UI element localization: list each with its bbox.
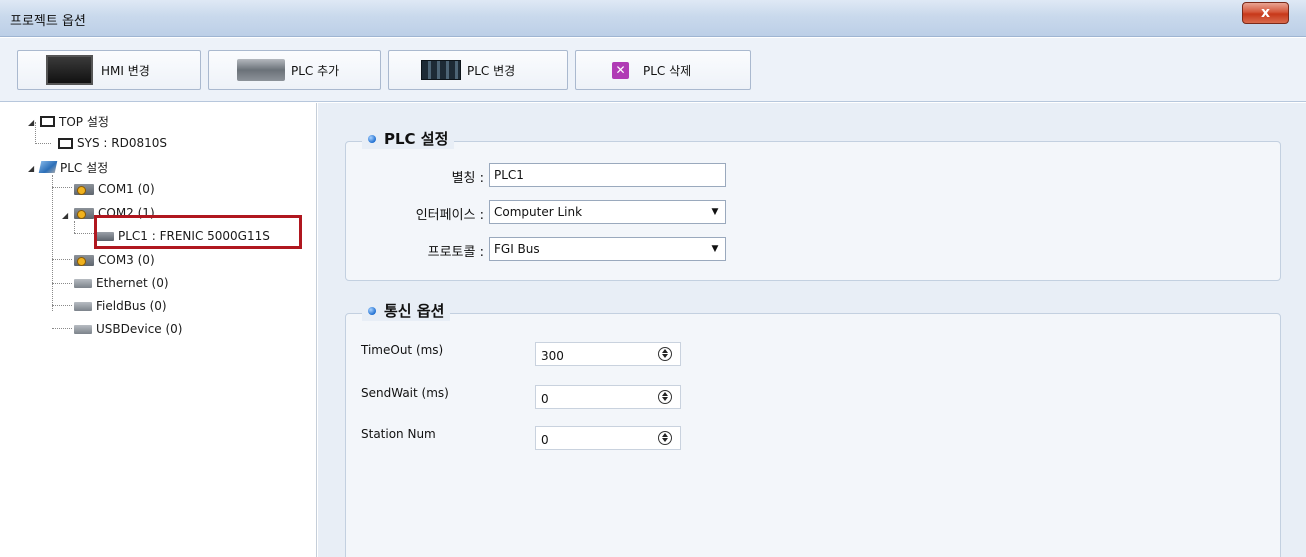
tree-item-com3[interactable]: COM3 (0) — [74, 251, 155, 269]
add-plc-label: PLC 추가 — [291, 63, 340, 78]
selection-highlight — [94, 215, 302, 249]
tree-connector — [74, 221, 75, 233]
tree-item-label: PLC 설정 — [60, 160, 109, 175]
title-bar: 프로젝트 옵션 x — [0, 0, 1306, 37]
tree-connector — [52, 187, 72, 188]
usb-device-icon — [74, 324, 92, 334]
station-num-label: Station Num — [361, 427, 436, 441]
plc-settings-title: PLC 설정 — [362, 128, 455, 149]
station-num-value: 0 — [541, 433, 549, 447]
timeout-value: 300 — [541, 349, 564, 363]
tree-item-label: COM1 (0) — [98, 182, 155, 196]
alias-label: 별칭 : — [451, 171, 484, 186]
bullet-icon — [368, 134, 376, 143]
comm-options-title: 통신 옵션 — [362, 300, 451, 321]
tree-item-label: TOP 설정 — [59, 114, 109, 129]
interface-value: Computer Link — [494, 205, 583, 219]
com-port-icon — [74, 207, 94, 219]
tree-item-ethernet[interactable]: Ethernet (0) — [74, 274, 169, 292]
tree-connector — [52, 283, 72, 284]
expand-arrow-icon[interactable]: ◢ — [62, 211, 68, 220]
tree-item-label: Ethernet (0) — [96, 276, 169, 290]
com-port-icon — [74, 183, 94, 195]
change-plc-label: PLC 변경 — [467, 63, 516, 78]
screen-icon — [58, 137, 73, 149]
com-port-icon — [74, 254, 94, 266]
tree-connector — [52, 328, 72, 329]
plc-settings-title-text: PLC 설정 — [384, 130, 449, 148]
delete-icon: ✕ — [612, 61, 629, 79]
tree-item-top-settings[interactable]: TOP 설정 — [40, 112, 109, 130]
interface-select[interactable]: Computer Link ▼ — [489, 200, 726, 224]
settings-panel: PLC 설정 별칭 : PLC1 인터페이스 : Computer Link ▼… — [318, 103, 1306, 557]
tree-item-label: COM3 (0) — [98, 253, 155, 267]
tree-connector — [52, 305, 72, 306]
tree-connector — [52, 175, 53, 311]
bullet-icon — [368, 306, 376, 315]
expand-arrow-icon[interactable]: ◢ — [28, 118, 34, 127]
tree-item-usbdevice[interactable]: USBDevice (0) — [74, 320, 182, 338]
chevron-down-icon[interactable]: ▼ — [705, 201, 725, 223]
add-plc-button[interactable]: PLC 추가 — [208, 50, 381, 90]
toolbar: HMI 변경 PLC 추가 PLC 변경 ✕ PLC 삭제 — [0, 38, 1306, 102]
close-icon: x — [1260, 5, 1271, 21]
delete-plc-button[interactable]: ✕ PLC 삭제 — [575, 50, 751, 90]
interface-label: 인터페이스 : — [415, 208, 484, 223]
change-plc-button[interactable]: PLC 변경 — [388, 50, 568, 90]
protocol-select[interactable]: FGI Bus ▼ — [489, 237, 726, 261]
tree-item-label: FieldBus (0) — [96, 299, 167, 313]
plc-settings-group: PLC 설정 별칭 : PLC1 인터페이스 : Computer Link ▼… — [345, 128, 1281, 281]
tree-item-label: USBDevice (0) — [96, 322, 183, 336]
alias-input[interactable]: PLC1 — [489, 163, 726, 187]
expand-arrow-icon[interactable]: ◢ — [28, 164, 34, 173]
change-hmi-button[interactable]: HMI 변경 — [17, 50, 201, 90]
station-num-stepper[interactable]: 0 — [535, 426, 681, 450]
plc-change-icon — [421, 60, 461, 80]
tree-item-plc-settings[interactable]: PLC 설정 — [38, 158, 109, 176]
tree-connector — [52, 259, 72, 260]
sendwait-label: SendWait (ms) — [361, 386, 449, 400]
sendwait-value: 0 — [541, 392, 549, 406]
network-device-icon — [74, 278, 92, 288]
timeout-stepper[interactable]: 300 — [535, 342, 681, 366]
tree-connector — [35, 143, 51, 144]
window-title: 프로젝트 옵션 — [10, 14, 86, 29]
tree-item-fieldbus[interactable]: FieldBus (0) — [74, 297, 167, 315]
spinner-icon[interactable] — [658, 431, 672, 445]
comm-options-group: 통신 옵션 TimeOut (ms) 300 SendWait (ms) 0 S… — [345, 300, 1281, 557]
screen-icon — [40, 115, 55, 127]
chevron-down-icon[interactable]: ▼ — [705, 238, 725, 260]
tree-item-label: SYS : RD0810S — [77, 136, 167, 150]
network-device-icon — [74, 301, 92, 311]
project-tree: ◢ TOP 설정 SYS : RD0810S ◢ PLC 설정 COM1 (0)… — [10, 103, 328, 557]
hmi-icon — [46, 55, 93, 85]
change-hmi-label: HMI 변경 — [101, 63, 150, 78]
delete-plc-label: PLC 삭제 — [643, 63, 692, 78]
timeout-label: TimeOut (ms) — [361, 343, 444, 357]
tree-item-sys[interactable]: SYS : RD0810S — [58, 134, 167, 152]
tree-item-com1[interactable]: COM1 (0) — [74, 180, 155, 198]
plc-settings-icon — [38, 161, 58, 173]
protocol-label: 프로토콜 : — [427, 245, 484, 260]
comm-options-title-text: 통신 옵션 — [384, 302, 445, 320]
spinner-icon[interactable] — [658, 347, 672, 361]
tree-connector — [74, 233, 94, 234]
spinner-icon[interactable] — [658, 390, 672, 404]
tree-connector — [35, 122, 36, 144]
protocol-value: FGI Bus — [494, 242, 540, 256]
close-button[interactable]: x — [1242, 2, 1289, 24]
sendwait-stepper[interactable]: 0 — [535, 385, 681, 409]
plc-add-icon — [237, 59, 285, 81]
